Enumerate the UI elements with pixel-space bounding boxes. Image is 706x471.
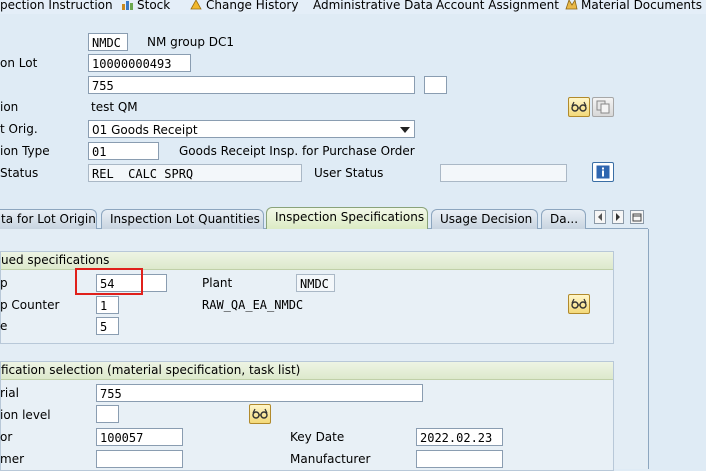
glasses-icon: [571, 298, 587, 309]
copy-icon: [596, 100, 610, 114]
spec-route-text: RAW_QA_EA_NMDC: [202, 298, 304, 312]
menu-stock[interactable]: Stock: [121, 0, 170, 12]
system-status-label: Status: [0, 166, 39, 180]
chevron-right-icon: [616, 213, 620, 221]
vendor-label: or: [0, 430, 13, 444]
glasses-icon: [571, 101, 587, 112]
plant-text: NM group DC1: [147, 35, 235, 49]
manufacturer-field[interactable]: [416, 450, 503, 468]
spec-display-button[interactable]: [568, 294, 590, 314]
group-selection-title: fication selection (material specificati…: [1, 362, 613, 380]
spec-counter-field[interactable]: 1: [96, 296, 119, 314]
user-status-field: [440, 164, 567, 182]
tab-usage-decision[interactable]: Usage Decision: [431, 209, 538, 229]
spec-counter-label: p Counter: [0, 298, 60, 312]
menu-label-inspection-instruction: pection Instruction: [0, 0, 113, 12]
tab-more[interactable]: Da...: [541, 209, 586, 229]
selection-material-field[interactable]: 755: [96, 384, 423, 402]
stock-icon: [122, 1, 133, 10]
manufacturer-label: Manufacturer: [290, 452, 371, 466]
description-label: ion: [0, 100, 19, 114]
tab-inspection-lot-quantities[interactable]: Inspection Lot Quantities: [101, 209, 264, 229]
plant-field[interactable]: NMDC: [88, 33, 128, 51]
info-icon: [596, 165, 610, 179]
spec-row3-label: e: [0, 319, 8, 333]
menu-label-stock: Stock: [137, 0, 171, 12]
inspection-type-label: ion Type: [0, 144, 50, 158]
menu-label-account-assignment: Account Assignment: [436, 0, 559, 12]
inspection-type-text: Goods Receipt Insp. for Purchase Order: [179, 144, 415, 158]
menu-material-documents[interactable]: Material Documents: [565, 0, 702, 12]
material-documents-icon: [565, 0, 578, 10]
highlight-box: [75, 268, 143, 295]
inspection-lot-field[interactable]: 10000000493: [88, 54, 191, 72]
copy-button[interactable]: [592, 97, 614, 117]
menu-change-history[interactable]: Change History: [190, 0, 298, 12]
menu-label-change-history: Change History: [206, 0, 299, 12]
display-button[interactable]: [568, 97, 590, 117]
tab-label: ta for Lot Origin: [1, 212, 96, 226]
info-button[interactable]: [592, 162, 614, 182]
tab-scroll-left-button[interactable]: [594, 210, 606, 224]
glasses-icon: [252, 408, 268, 419]
tab-label: Inspection Specifications: [275, 210, 425, 224]
menu-administrative-data[interactable]: Administrative Data: [313, 0, 433, 12]
user-status-label: User Status: [314, 166, 384, 180]
spec-plant-field: NMDC: [296, 274, 335, 292]
inspection-lot-label: on Lot: [0, 56, 38, 70]
key-date-field[interactable]: 2022.02.23: [416, 428, 503, 446]
menu-bar: pection Instruction Stock Change History…: [0, 0, 706, 14]
lot-origin-value: 01 Goods Receipt: [92, 123, 198, 137]
tab-label: Inspection Lot Quantities: [110, 212, 260, 226]
vendor-field[interactable]: 100057: [96, 428, 183, 446]
tab-list-icon: [632, 213, 642, 221]
system-status-field: REL CALC SPRQ: [88, 164, 302, 182]
lot-origin-label: t Orig.: [0, 122, 38, 136]
revision-level-field[interactable]: [96, 405, 119, 423]
selection-display-button[interactable]: [249, 404, 271, 424]
description-value: test QM: [91, 100, 138, 114]
menu-inspection-instruction[interactable]: pection Instruction: [0, 0, 113, 12]
tab-inspection-specifications[interactable]: Inspection Specifications: [266, 207, 428, 229]
material-label: rial: [0, 386, 19, 400]
inspection-type-field[interactable]: 01: [88, 142, 159, 160]
material-field[interactable]: 755: [88, 76, 415, 94]
spec-row1-label: p: [0, 276, 8, 290]
tab-label: Da...: [550, 212, 579, 226]
customer-label: mer: [0, 452, 25, 466]
menu-account-assignment[interactable]: Account Assignment: [436, 0, 559, 12]
group-specifications: ued specifications: [0, 251, 614, 344]
change-history-icon: [190, 0, 202, 10]
tab-list-button[interactable]: [630, 210, 644, 224]
tab-scroll-right-button[interactable]: [612, 210, 624, 224]
spec-plant-label: Plant: [202, 276, 233, 290]
material-extra-field[interactable]: [424, 76, 447, 94]
chevron-down-icon: [400, 127, 410, 133]
customer-field[interactable]: [96, 450, 183, 468]
tab-data-for-lot-origin[interactable]: ta for Lot Origin: [0, 209, 97, 229]
tab-label: Usage Decision: [440, 212, 533, 226]
menu-label-administrative-data: Administrative Data: [313, 0, 433, 12]
menu-label-material-documents: Material Documents: [581, 0, 702, 12]
lot-origin-dropdown[interactable]: 01 Goods Receipt: [88, 120, 415, 138]
revision-level-label: ion level: [0, 408, 51, 422]
chevron-left-icon: [598, 213, 602, 221]
spec-row3-field[interactable]: 5: [96, 317, 119, 335]
key-date-label: Key Date: [290, 430, 345, 444]
